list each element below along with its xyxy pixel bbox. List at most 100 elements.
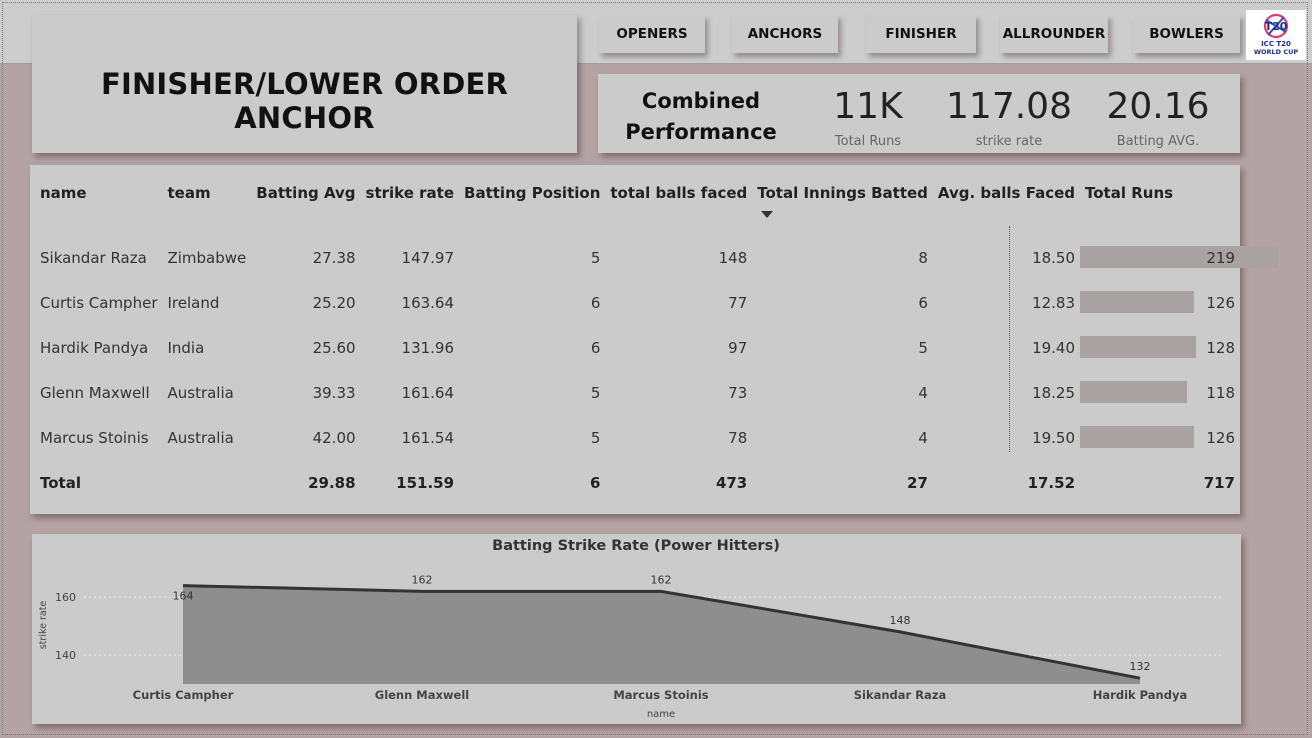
y-tick-label: 140 [55,649,76,662]
col-header-avg-balls-faced[interactable]: Avg. balls Faced [933,177,1080,209]
sort-indicator-row [35,209,1240,235]
table-total-row: Total 29.88 151.59 6 473 27 17.52 717 [35,460,1240,505]
data-label: 148 [890,614,911,627]
cell-avg-balls-faced: 18.25 [1032,383,1076,402]
title-card: FINISHER/LOWER ORDER ANCHOR [32,15,577,153]
cell-team: Ireland [167,293,220,312]
nav-allrounder-button[interactable]: ALLROUNDER [1000,15,1108,53]
total-avg-balls-faced: 17.52 [1027,473,1076,492]
cell-avg-balls-faced: 19.50 [1032,428,1076,447]
data-point[interactable] [1135,673,1145,683]
kpi-total-runs-label: Total Runs [834,134,902,149]
strike-rate-area-chart: Batting Strike Rate (Power Hitters) stri… [38,538,1222,720]
col-header-total-balls-faced[interactable]: total balls faced [605,177,752,209]
runs-bar-axis [1009,226,1010,452]
col-header-batting-avg[interactable]: Batting Avg [251,177,360,209]
total-runs-value: 126 [1206,428,1235,447]
data-label: 132 [1130,660,1151,673]
cell-avg-balls-faced: 18.50 [1032,248,1076,267]
logo-line2-text: ICC T20 [1261,40,1291,48]
cell-team: Australia [167,428,234,447]
cell-name: Marcus Stoinis [40,428,149,447]
cell-balls-faced: 77 [728,293,748,312]
cell-total-runs: 128 [1080,325,1240,370]
data-label: 164 [173,590,194,603]
kpi-heading-line1: Combined [641,89,761,113]
table-row[interactable]: Hardik Pandya India 25.60 131.96 6 97 5 19.40 12… [35,325,1240,370]
total-runs-value: 128 [1206,338,1235,357]
col-header-name[interactable]: name [35,177,162,209]
players-table-card: name team Batting Avg strike rate Battin… [30,165,1279,514]
cell-name: Sikandar Raza [40,248,147,267]
sort-descending-icon[interactable] [761,211,774,218]
cell-batting-avg: 25.60 [312,338,356,357]
cell-batting-position: 6 [590,338,601,357]
total-batting-position: 6 [589,473,601,492]
table-row[interactable]: Sikandar Raza Zimbabwe 27.38 147.97 5 148 8 18.… [35,235,1279,280]
x-tick-label: Marcus Stoinis [613,688,708,702]
cell-name: Glenn Maxwell [40,383,150,402]
total-balls-faced: 473 [715,473,748,492]
cell-balls-faced: 148 [718,248,748,267]
total-runs-value: 126 [1206,293,1235,312]
cell-strike-rate: 161.54 [401,428,455,447]
total-innings-batted: 27 [907,473,928,492]
table-row[interactable]: Curtis Campher Ireland 25.20 163.64 6 77 6 12.8… [35,280,1240,325]
cell-batting-avg: 42.00 [312,428,356,447]
cell-innings-batted: 4 [918,428,928,447]
cell-avg-balls-faced: 12.83 [1032,293,1076,312]
cell-strike-rate: 131.96 [401,338,455,357]
table-row[interactable]: Marcus Stoinis Australia 42.00 161.54 5 78 4 19… [35,415,1240,460]
data-label: 162 [651,573,672,586]
total-runs-value: 118 [1206,383,1235,402]
cell-team: Zimbabwe [167,248,247,267]
col-header-total-innings-label: Total Innings Batted [757,184,928,202]
col-header-total-innings-batted[interactable]: Total Innings Batted [752,177,933,209]
data-point[interactable] [417,586,427,596]
table-row[interactable]: Glenn Maxwell Australia 39.33 161.64 5 73 4 18.… [35,370,1240,415]
nav-finisher-button[interactable]: FINISHER [866,15,976,53]
cell-batting-position: 6 [590,293,601,312]
cell-total-runs: 118 [1080,370,1240,415]
combined-performance-card: Combined Performance 11K Total Runs 117.… [598,74,1240,153]
data-point[interactable] [895,627,905,637]
x-tick-label: Hardik Pandya [1093,688,1187,702]
cell-batting-position: 5 [590,248,601,267]
kpi-strike-rate-value: 117.08 [946,86,1072,127]
t20-logo-icon: T20 ICC T20 WORLD CUP [1254,13,1299,56]
col-header-strike-rate[interactable]: strike rate [361,177,459,209]
strike-rate-chart-card: Batting Strike Rate (Power Hitters) stri… [32,534,1241,724]
chart-y-axis-label: strike rate [38,601,49,650]
cell-avg-balls-faced: 19.40 [1032,338,1076,357]
kpi-batting-avg-label: Batting AVG. [1116,134,1200,149]
cell-balls-faced: 73 [728,383,748,402]
x-tick-label: Glenn Maxwell [375,688,470,702]
cell-total-runs: 126 [1080,280,1240,325]
cell-innings-batted: 6 [918,293,928,312]
total-strike-rate: 151.59 [396,473,455,492]
col-header-team[interactable]: team [162,177,251,209]
cell-team: India [167,338,205,357]
cell-innings-batted: 5 [918,338,928,357]
kpi-heading-line2: Performance [625,120,777,144]
t20-world-cup-logo[interactable]: T20 ICC T20 WORLD CUP [1246,10,1306,60]
kpi-batting-avg-value: 20.16 [1106,86,1210,127]
col-header-total-runs[interactable]: Total Runs [1080,177,1240,209]
table-body [35,209,1240,235]
cell-balls-faced: 78 [728,428,748,447]
data-point[interactable] [656,586,666,596]
total-label: Total [40,473,81,492]
table-header-row: name team Batting Avg strike rate Battin… [35,177,1240,209]
nav-bowlers-button[interactable]: BOWLERS [1133,15,1240,53]
cell-name: Curtis Campher [40,293,158,312]
cell-strike-rate: 163.64 [401,293,455,312]
table-rows: Sikandar Raza Zimbabwe 27.38 147.97 5 148 8 18.… [35,235,1279,460]
nav-openers-button[interactable]: OPENERS [599,15,705,53]
kpi-total-runs-value: 11K [833,86,903,127]
col-header-batting-position[interactable]: Batting Position [459,177,605,209]
logo-line3-text: WORLD CUP [1254,48,1299,56]
chart-x-axis-label: name [647,709,675,720]
cell-batting-avg: 39.33 [312,383,356,402]
cell-strike-rate: 161.64 [401,383,455,402]
nav-anchors-button[interactable]: ANCHORS [732,15,838,53]
